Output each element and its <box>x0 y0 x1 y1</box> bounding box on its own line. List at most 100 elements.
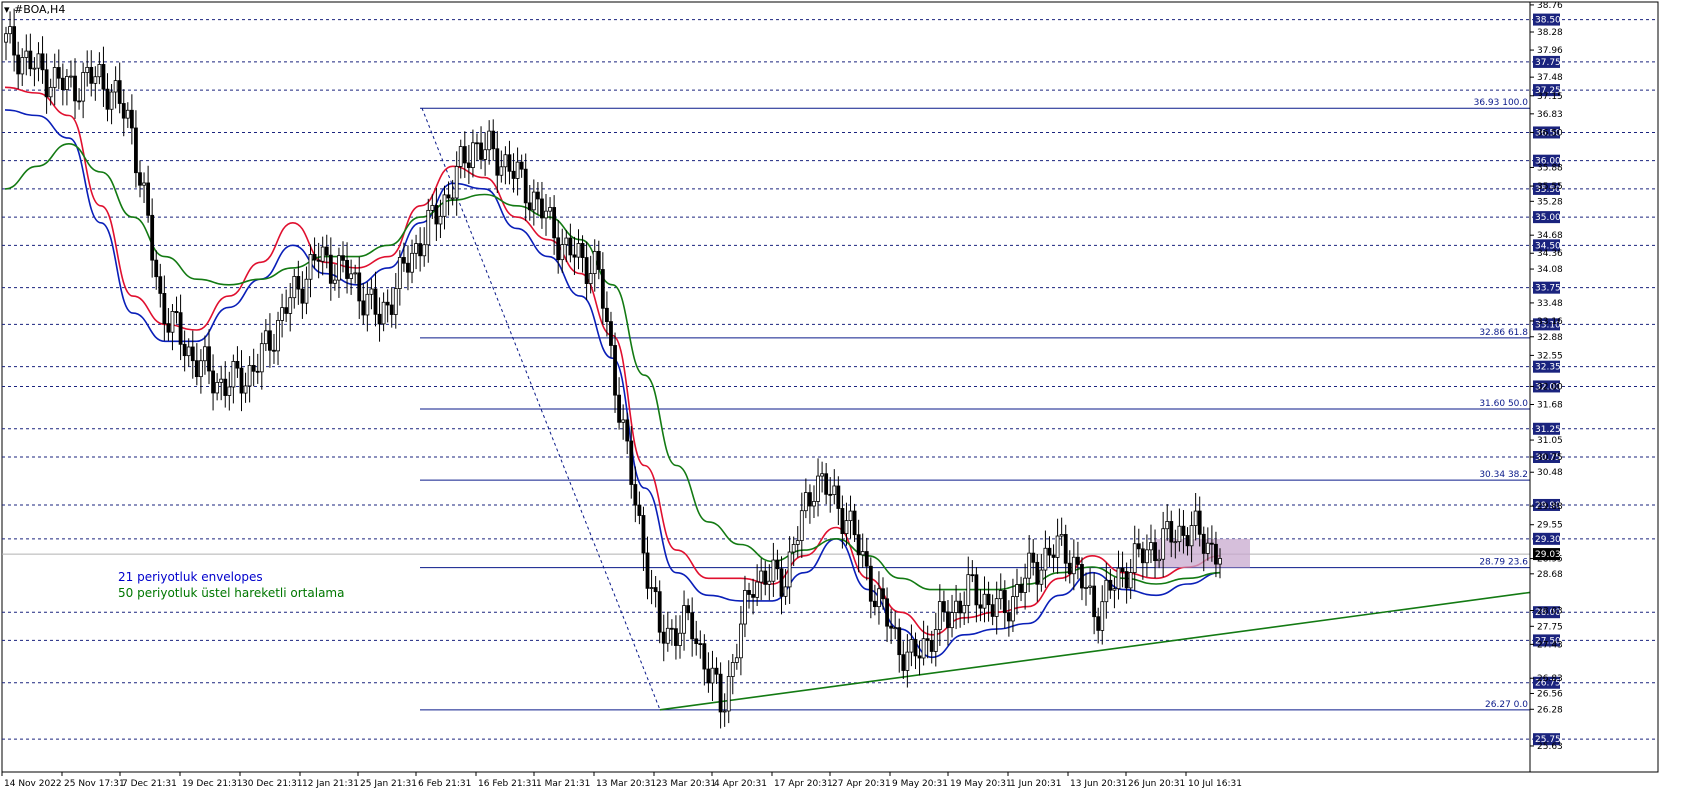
candle-body <box>625 419 630 442</box>
candle-body <box>913 639 918 657</box>
candle-body <box>669 627 674 630</box>
y-tick-label: 33.16 <box>1537 317 1563 327</box>
candle-body <box>1214 543 1218 565</box>
candle-body <box>1120 567 1125 572</box>
candle-body <box>962 604 967 614</box>
candle-body <box>799 510 804 541</box>
candle-body <box>454 166 459 199</box>
candle-body <box>1181 525 1186 536</box>
candle-body <box>150 214 155 261</box>
candle-body <box>1185 535 1190 547</box>
candle-body <box>734 657 739 663</box>
candle-body <box>917 655 922 659</box>
candle-body <box>816 475 820 502</box>
candle-body <box>251 365 256 372</box>
fib-level-label: 36.93 100.0 <box>1474 98 1529 108</box>
candle-body <box>211 370 215 394</box>
candle-body <box>373 288 378 315</box>
candle-body <box>361 300 366 316</box>
chart-window: 36.93 100.0 32.86 61.8 31.60 50.0 30.34 38.… <box>0 0 1695 793</box>
candle-body <box>751 594 755 598</box>
x-tick-label: 17 Apr 20:31 <box>774 779 833 789</box>
candle-body <box>377 313 382 325</box>
candle-body <box>937 601 942 630</box>
candle-body <box>523 168 528 204</box>
candle-body <box>629 440 634 485</box>
annotation-envelopes: 21 periyotluk envelopes <box>118 570 263 584</box>
candle-body <box>856 534 861 556</box>
candle-body <box>726 676 731 712</box>
candle-body <box>1100 601 1105 631</box>
candle-body <box>1132 543 1137 573</box>
candle-body <box>519 161 524 170</box>
candle-body <box>840 508 845 535</box>
candle-body <box>268 330 272 351</box>
candle-body <box>479 142 483 160</box>
y-tick-label: 28.03 <box>1537 607 1563 617</box>
candle-body <box>288 297 293 314</box>
candle-body <box>1197 510 1202 535</box>
candle-body <box>381 301 386 325</box>
candle-body <box>775 559 780 570</box>
candle-body <box>950 612 954 629</box>
candle-body <box>990 604 995 617</box>
candle-body <box>365 293 370 316</box>
candle-body <box>1108 579 1113 591</box>
candle-body <box>848 510 853 522</box>
candle-body <box>24 50 29 58</box>
candle-body <box>85 66 90 73</box>
candle-body <box>40 53 45 71</box>
candle-body <box>743 590 747 625</box>
price-box-label: 37.75 <box>1535 58 1561 68</box>
candle-body <box>1096 616 1101 631</box>
candle-body <box>978 604 983 609</box>
candle-body <box>113 80 118 93</box>
x-tick-label: 1 Jun 20:31 <box>1010 779 1061 789</box>
candle-body <box>446 194 451 199</box>
x-tick-label: 19 May 20:31 <box>950 779 1012 789</box>
price-box-label: 33.75 <box>1535 284 1561 294</box>
candle-body <box>860 551 865 556</box>
candle-body <box>852 510 857 536</box>
candle-body <box>568 237 573 256</box>
candle-body <box>1218 558 1222 565</box>
candle-body <box>515 161 520 179</box>
candle-body <box>1027 552 1032 579</box>
candle-body <box>812 501 816 507</box>
candle-body <box>308 254 313 280</box>
candle-body <box>763 570 768 585</box>
candle-body <box>1092 585 1097 618</box>
x-tick-label: 16 Feb 21:31 <box>478 779 537 789</box>
y-tick-label: 29.55 <box>1537 521 1563 531</box>
candle-body <box>491 130 496 150</box>
candle-body <box>759 570 764 583</box>
x-tick-label: 30 Dec 21:31 <box>242 779 303 789</box>
candle-body <box>783 586 788 597</box>
candle-body <box>974 574 979 606</box>
candle-body <box>247 365 252 387</box>
candle-body <box>897 627 902 656</box>
chart-menu-caret-icon[interactable]: ▾ <box>4 3 10 16</box>
candle-body <box>401 257 406 264</box>
price-box-label: 38.50 <box>1535 16 1561 26</box>
candle-body <box>263 330 268 345</box>
candle-body <box>682 605 686 634</box>
fib-level-label: 32.86 61.8 <box>1479 328 1528 338</box>
candle-body <box>613 345 617 396</box>
x-tick-label: 1 Mar 21:31 <box>536 779 590 789</box>
candle-body <box>901 654 906 671</box>
candle-body <box>328 254 333 284</box>
candlestick-chart[interactable]: 36.93 100.0 32.86 61.8 31.60 50.0 30.34 38.… <box>0 0 1695 793</box>
y-tick-label: 34.68 <box>1537 231 1563 241</box>
candle-body <box>450 197 455 200</box>
candle-body <box>105 88 110 110</box>
candle-body <box>600 269 605 309</box>
candle-body <box>8 26 12 35</box>
candle-body <box>1104 579 1109 603</box>
candle-body <box>1149 542 1153 551</box>
y-tick-label: 32.88 <box>1537 333 1563 343</box>
candle-body <box>1051 554 1056 558</box>
candle-body <box>109 91 114 110</box>
candle-body <box>134 127 138 174</box>
candle-body <box>1075 556 1080 565</box>
